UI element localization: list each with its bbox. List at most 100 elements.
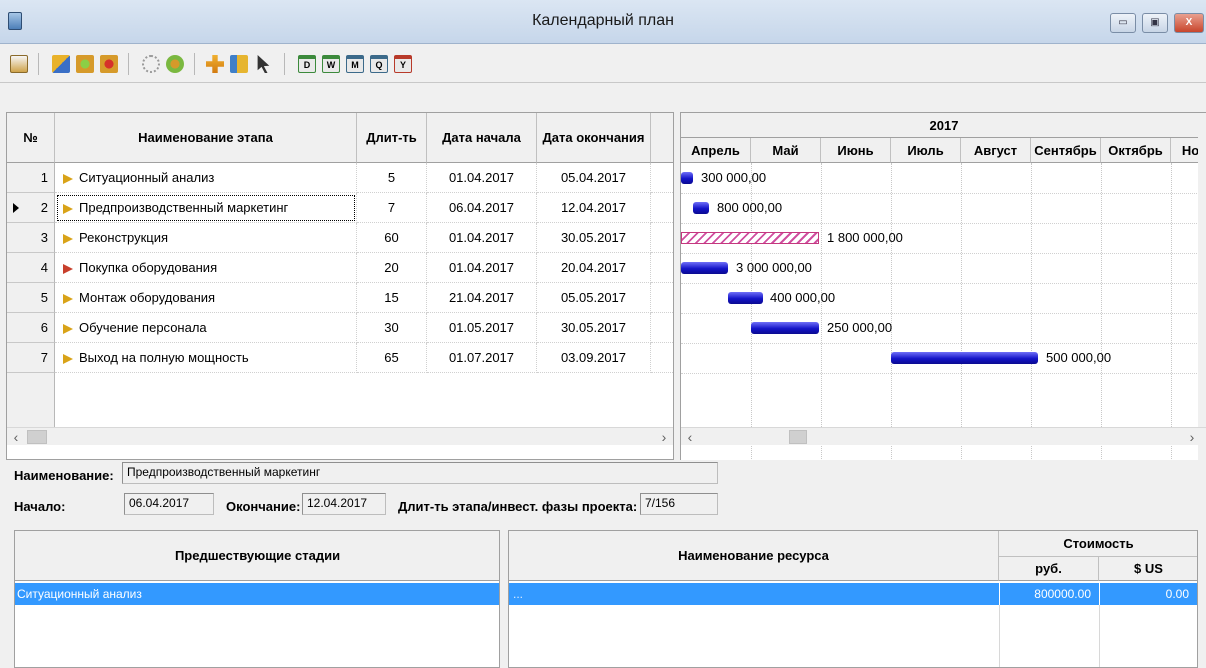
cell-end[interactable]: 05.05.2017 xyxy=(537,283,651,313)
maximize-button[interactable]: ▣ xyxy=(1142,13,1168,33)
table-row[interactable]: 6 Обучение персонала 30 01.05.2017 30.05.201… xyxy=(7,313,673,343)
predecessors-header[interactable]: Предшествующие стадии xyxy=(15,531,499,581)
row-number[interactable]: 7 xyxy=(7,343,55,373)
row-number[interactable]: 5 xyxy=(7,283,55,313)
cell-end[interactable]: 05.04.2017 xyxy=(537,163,651,193)
gantt-bar[interactable] xyxy=(681,262,728,274)
gantt-bar[interactable] xyxy=(728,292,763,304)
table-row[interactable]: 3 Реконструкция 60 01.04.2017 30.05.2017 xyxy=(7,223,673,253)
cell-start[interactable]: 01.04.2017 xyxy=(427,253,537,283)
quarter-scale-icon[interactable]: Q xyxy=(370,55,388,73)
plus-icon[interactable] xyxy=(206,55,224,73)
cell-text: Ситуационный анализ xyxy=(79,170,215,185)
cell-duration[interactable]: 5 xyxy=(357,163,427,193)
cell-text: 5 xyxy=(387,170,396,185)
cell-name[interactable]: Реконструкция xyxy=(55,223,357,253)
start-field[interactable]: 06.04.2017 xyxy=(124,493,214,515)
cell-name[interactable]: Предпроизводственный маркетинг xyxy=(55,193,357,223)
gear-link-icon[interactable] xyxy=(166,55,184,73)
cell-name[interactable]: Монтаж оборудования xyxy=(55,283,357,313)
gantt-scrollbar-thumb[interactable] xyxy=(789,430,807,444)
table-row[interactable]: 1 Ситуационный анализ 5 01.04.2017 05.04.201… xyxy=(7,163,673,193)
resource-usd-cell[interactable]: 0.00 xyxy=(1099,583,1197,605)
gantt-bar[interactable] xyxy=(891,352,1038,364)
gantt-month-header: Май xyxy=(751,138,821,163)
cell-duration[interactable]: 65 xyxy=(357,343,427,373)
table-row[interactable]: 2 Предпроизводственный маркетинг 7 06.04.20… xyxy=(7,193,673,223)
calendar-icon[interactable] xyxy=(10,55,28,73)
day-scale-icon[interactable]: D xyxy=(298,55,316,73)
gantt-horizontal-scrollbar[interactable]: ‹ › xyxy=(681,427,1206,445)
gantt-row-divider xyxy=(681,343,1206,344)
close-button[interactable]: X xyxy=(1174,13,1204,33)
stage-arrow-icon xyxy=(63,353,73,364)
cell-duration[interactable]: 15 xyxy=(357,283,427,313)
table-row[interactable]: 4 Покупка оборудования 20 01.04.2017 20.04.2… xyxy=(7,253,673,283)
cell-end[interactable]: 20.04.2017 xyxy=(537,253,651,283)
pointer-icon[interactable] xyxy=(257,55,270,73)
cell-duration[interactable]: 60 xyxy=(357,223,427,253)
gantt-scroll-right-icon[interactable]: › xyxy=(1183,428,1201,446)
row-number[interactable]: 2 xyxy=(7,193,55,223)
scroll-left-icon[interactable]: ‹ xyxy=(7,428,25,446)
scrollbar-thumb[interactable] xyxy=(27,430,47,444)
cell-duration[interactable]: 30 xyxy=(357,313,427,343)
gantt-bar[interactable] xyxy=(693,202,709,214)
row-number[interactable]: 1 xyxy=(7,163,55,193)
row-number[interactable]: 4 xyxy=(7,253,55,283)
cell-start[interactable]: 01.05.2017 xyxy=(427,313,537,343)
week-scale-icon[interactable]: W xyxy=(322,55,340,73)
cell-start[interactable]: 06.04.2017 xyxy=(427,193,537,223)
cell-duration[interactable]: 20 xyxy=(357,253,427,283)
end-field[interactable]: 12.04.2017 xyxy=(302,493,386,515)
cell-start[interactable]: 21.04.2017 xyxy=(427,283,537,313)
cell-name[interactable]: Покупка оборудования xyxy=(55,253,357,283)
gantt-bar[interactable] xyxy=(751,322,819,334)
row-number[interactable]: 6 xyxy=(7,313,55,343)
table-horizontal-scrollbar[interactable]: ‹ › xyxy=(7,427,673,446)
month-scale-icon[interactable]: M xyxy=(346,55,364,73)
column-header-num[interactable]: № xyxy=(7,113,55,163)
cell-start[interactable]: 01.04.2017 xyxy=(427,163,537,193)
year-scale-icon[interactable]: Y xyxy=(394,55,412,73)
gantt-bar[interactable] xyxy=(681,232,819,244)
column-header-start[interactable]: Дата начала xyxy=(427,113,537,163)
cell-end[interactable]: 12.04.2017 xyxy=(537,193,651,223)
table-row[interactable]: 7 Выход на полную мощность 65 01.07.2017 03.… xyxy=(7,343,673,373)
cell-duration[interactable]: 7 xyxy=(357,193,427,223)
gantt-month-header: Июнь xyxy=(821,138,891,163)
gantt-vertical-scrollbar[interactable] xyxy=(1198,113,1206,460)
cell-name[interactable]: Выход на полную мощность xyxy=(55,343,357,373)
predecessor-item[interactable]: Ситуационный анализ xyxy=(15,583,499,605)
rub-header[interactable]: руб. xyxy=(999,557,1099,581)
row-number[interactable]: 3 xyxy=(7,223,55,253)
column-header-end[interactable]: Дата окончания xyxy=(537,113,651,163)
tree-icon[interactable] xyxy=(230,55,248,73)
cell-end[interactable]: 03.09.2017 xyxy=(537,343,651,373)
resource-name-header[interactable]: Наименование ресурса xyxy=(509,531,999,581)
cell-start[interactable]: 01.07.2017 xyxy=(427,343,537,373)
cell-start[interactable]: 01.04.2017 xyxy=(427,223,537,253)
cell-name[interactable]: Ситуационный анализ xyxy=(55,163,357,193)
cell-end[interactable]: 30.05.2017 xyxy=(537,223,651,253)
cell-text: 01.04.2017 xyxy=(448,170,515,185)
arrow-add-icon[interactable] xyxy=(52,55,70,73)
resource-name-cell[interactable]: ... xyxy=(509,583,999,605)
column-header-name[interactable]: Наименование этапа xyxy=(55,113,357,163)
column-header-duration[interactable]: Длит-ть xyxy=(357,113,427,163)
usd-header[interactable]: $ US xyxy=(1099,557,1197,581)
cell-end[interactable]: 30.05.2017 xyxy=(537,313,651,343)
scroll-right-icon[interactable]: › xyxy=(655,428,673,446)
cell-name[interactable]: Обучение персонала xyxy=(55,313,357,343)
phase-duration-field[interactable]: 7/156 xyxy=(640,493,718,515)
table-row[interactable]: 5 Монтаж оборудования 15 21.04.2017 05.05.20… xyxy=(7,283,673,313)
resource-rub-cell[interactable]: 800000.00 xyxy=(999,583,1099,605)
gantt-scroll-left-icon[interactable]: ‹ xyxy=(681,428,699,446)
link-icon[interactable] xyxy=(142,55,160,73)
cell-text: 21.04.2017 xyxy=(448,290,515,305)
minimize-button[interactable]: ▭ xyxy=(1110,13,1136,33)
name-field[interactable]: Предпроизводственный маркетинг xyxy=(122,462,718,484)
gantt-bar[interactable] xyxy=(681,172,693,184)
gear-green-icon[interactable] xyxy=(76,55,94,73)
gear-red-icon[interactable] xyxy=(100,55,118,73)
